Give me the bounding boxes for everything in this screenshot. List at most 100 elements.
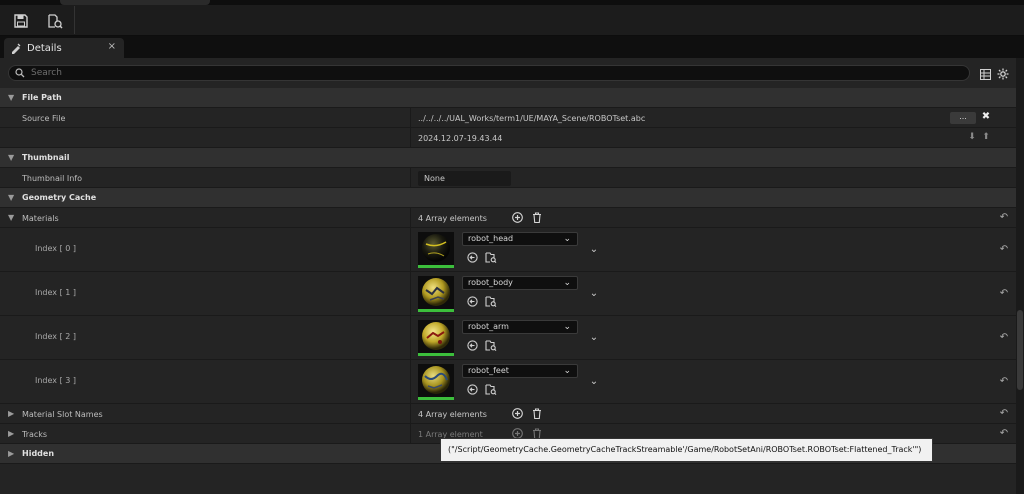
chevron-down-icon: ⌄	[563, 234, 571, 244]
gear-icon	[997, 68, 1009, 80]
property-label: Materials	[22, 214, 59, 223]
chevron-down-icon[interactable]: ⌄	[588, 288, 600, 300]
use-selected-asset-icon[interactable]	[466, 384, 478, 396]
vertical-scrollbar-track[interactable]	[1016, 58, 1024, 494]
browse-to-asset-icon	[48, 14, 63, 29]
reset-to-default-icon[interactable]: ↶	[998, 244, 1010, 256]
browse-file-button[interactable]: ...	[950, 112, 976, 124]
close-icon[interactable]: ×	[108, 41, 116, 52]
element-index: Index [ 1 ]	[35, 288, 76, 297]
category-file-path[interactable]: ▼ File Path	[0, 88, 1016, 108]
browse-to-asset-button[interactable]	[44, 10, 66, 32]
details-panel: ▼ File Path Source File ../../../../UAL_…	[0, 58, 1016, 494]
expanded-arrow-icon: ▼	[8, 153, 15, 162]
move-down-icon[interactable]: ⬇	[966, 131, 978, 143]
reset-to-default-icon[interactable]: ↶	[998, 212, 1010, 224]
column-divider	[410, 424, 411, 443]
move-up-icon[interactable]: ⬆	[980, 131, 992, 143]
property-row-material-slot-names: ▶ Material Slot Names 4 Array elements ↶	[0, 404, 1016, 424]
property-row-timestamp: 2024.12.07-19.43.44 ⬇ ⬆	[0, 128, 1016, 148]
add-element-icon[interactable]	[511, 408, 523, 420]
column-divider	[410, 316, 411, 359]
use-selected-asset-icon[interactable]	[466, 340, 478, 352]
tab-details[interactable]: Details ×	[4, 38, 124, 58]
thumbnail-info-dropdown[interactable]: None	[418, 171, 511, 186]
category-title: File Path	[22, 93, 62, 102]
property-row-materials: ▼ Materials 4 Array elements ↶	[0, 208, 1016, 228]
property-label: Material Slot Names	[22, 410, 103, 419]
column-divider	[410, 228, 411, 271]
collapsed-arrow-icon[interactable]: ▶	[8, 410, 16, 418]
chevron-down-icon[interactable]: ⌄	[588, 332, 600, 344]
property-label: Source File	[22, 114, 66, 123]
search-input[interactable]	[31, 68, 931, 78]
property-matrix-button[interactable]	[978, 67, 992, 81]
column-divider	[410, 128, 411, 147]
column-divider	[410, 168, 411, 187]
delete-all-icon[interactable]	[531, 408, 543, 420]
grid-icon	[979, 68, 991, 80]
material-picker[interactable]: robot_body ⌄	[462, 276, 578, 290]
property-row-thumbnail-info: Thumbnail Info None	[0, 168, 1016, 188]
source-file-path: ../../../../UAL_Works/term1/UE/MAYA_Scen…	[418, 114, 646, 123]
category-geometry-cache[interactable]: ▼ Geometry Cache	[0, 188, 1016, 208]
category-title: Thumbnail	[22, 153, 70, 162]
reset-to-default-icon[interactable]: ↶	[998, 408, 1010, 420]
property-label: Thumbnail Info	[22, 174, 82, 183]
reset-to-default-icon[interactable]: ↶	[998, 332, 1010, 344]
search-row	[0, 62, 1016, 86]
material-name: robot_head	[468, 234, 514, 243]
save-icon	[14, 14, 28, 28]
details-icon	[12, 43, 21, 54]
browse-in-content-icon[interactable]	[485, 252, 497, 264]
tab-label: Details	[27, 42, 62, 54]
use-selected-asset-icon[interactable]	[466, 252, 478, 264]
tracks-tooltip: ("/Script/GeometryCache.GeometryCacheTra…	[440, 438, 933, 462]
chevron-down-icon: ⌄	[563, 322, 571, 332]
collapsed-arrow-icon[interactable]: ▶	[8, 430, 16, 438]
browse-in-content-icon[interactable]	[485, 340, 497, 352]
material-picker[interactable]: robot_arm ⌄	[462, 320, 578, 334]
reset-to-default-icon[interactable]: ↶	[998, 376, 1010, 388]
source-file-timestamp: 2024.12.07-19.43.44	[418, 134, 503, 143]
delete-all-icon[interactable]	[531, 212, 543, 224]
asset-editor-toolbar	[0, 0, 1024, 36]
expanded-arrow-icon: ▼	[8, 93, 15, 102]
collapsed-arrow-icon: ▶	[8, 449, 15, 458]
array-count: 4 Array elements	[418, 410, 487, 419]
chevron-down-icon: ⌄	[563, 278, 571, 288]
material-thumbnail[interactable]	[418, 232, 454, 268]
browse-in-content-icon[interactable]	[485, 296, 497, 308]
array-count: 4 Array elements	[418, 214, 487, 223]
element-index: Index [ 3 ]	[35, 376, 76, 385]
chevron-down-icon[interactable]: ⌄	[588, 244, 600, 256]
element-index: Index [ 2 ]	[35, 332, 76, 341]
category-title: Hidden	[22, 449, 55, 458]
search-box[interactable]	[8, 65, 970, 81]
material-picker[interactable]: robot_feet ⌄	[462, 364, 578, 378]
add-element-icon[interactable]	[511, 212, 523, 224]
material-name: robot_arm	[468, 322, 509, 331]
material-thumbnail[interactable]	[418, 320, 454, 356]
material-picker[interactable]: robot_head ⌄	[462, 232, 578, 246]
save-button[interactable]	[10, 10, 32, 32]
toolbar-separator	[74, 6, 75, 34]
category-thumbnail[interactable]: ▼ Thumbnail	[0, 148, 1016, 168]
chevron-down-icon[interactable]: ⌄	[588, 376, 600, 388]
settings-button[interactable]	[996, 67, 1010, 81]
reset-to-default-icon[interactable]: ↶	[998, 428, 1010, 440]
chevron-down-icon: ⌄	[563, 366, 571, 376]
material-thumbnail[interactable]	[418, 364, 454, 400]
use-selected-asset-icon[interactable]	[466, 296, 478, 308]
asset-tab-hint[interactable]	[60, 0, 210, 5]
material-name: robot_feet	[468, 366, 509, 375]
material-thumbnail[interactable]	[418, 276, 454, 312]
column-divider	[410, 404, 411, 423]
search-icon	[15, 68, 25, 78]
vertical-scrollbar-thumb[interactable]	[1017, 310, 1023, 390]
expanded-arrow-icon[interactable]: ▼	[8, 214, 16, 222]
clear-icon[interactable]: ✖	[980, 111, 992, 123]
expanded-arrow-icon: ▼	[8, 193, 15, 202]
browse-in-content-icon[interactable]	[485, 384, 497, 396]
reset-to-default-icon[interactable]: ↶	[998, 288, 1010, 300]
